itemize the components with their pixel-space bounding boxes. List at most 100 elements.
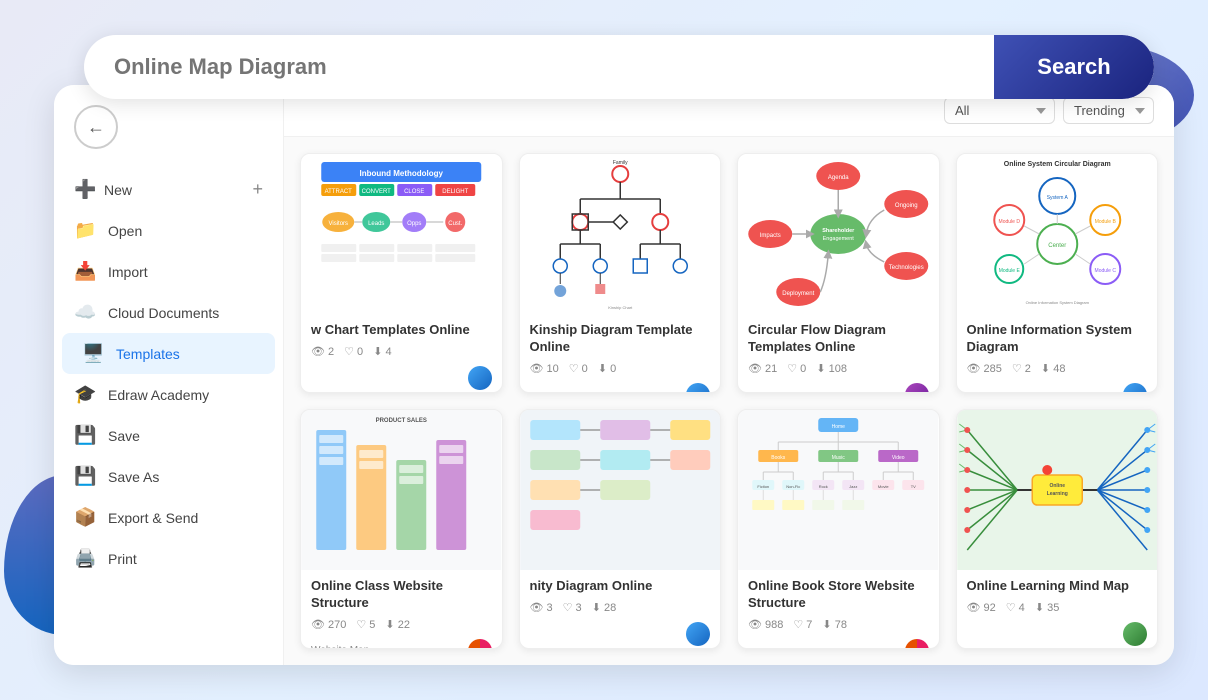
svg-text:Jazz: Jazz (849, 484, 857, 489)
svg-text:CONVERT: CONVERT (362, 189, 392, 195)
svg-text:System A: System A (1046, 195, 1068, 201)
svg-text:Online Information System Diag: Online Information System Diagram (1025, 300, 1089, 305)
template-card-kinship[interactable]: Family Kinship Chart Kinship Diagram Tem… (519, 153, 722, 393)
likes-stat: ♡ 0 (569, 362, 588, 375)
card-footer (957, 622, 1158, 649)
likes-stat: ♡ 0 (787, 362, 806, 375)
category-filter[interactable]: All Flowchart Mind Map ER Diagram (944, 97, 1055, 124)
avatar (468, 366, 492, 390)
sidebar-label-print: Print (108, 551, 137, 567)
svg-text:Visitors: Visitors (328, 221, 348, 227)
sidebar-item-export[interactable]: 📦 Export & Send (54, 497, 283, 538)
svg-text:Deployment: Deployment (782, 291, 814, 297)
export-icon: 📦 (74, 507, 96, 528)
card-footer (738, 383, 939, 393)
card-stats: 👁 21 ♡ 0 ⬇ 108 (748, 362, 929, 375)
avatar (686, 383, 710, 393)
svg-text:Home: Home (832, 424, 846, 430)
svg-text:Module E: Module E (998, 268, 1020, 274)
likes-stat: ♡ 3 (563, 601, 582, 614)
card-preview-circular: Shareholder Engagement Agenda Impacts On… (738, 154, 939, 314)
card-footer (301, 366, 502, 393)
card-info: Online Information System Diagram 👁 285 … (957, 314, 1158, 383)
saveas-icon: 💾 (74, 466, 96, 487)
svg-text:Engagement: Engagement (823, 236, 855, 242)
card-info: Online Book Store Website Structure 👁 98… (738, 570, 939, 639)
avatar (1123, 622, 1147, 646)
plus-icon: + (252, 179, 263, 200)
sidebar-item-academy[interactable]: 🎓 Edraw Academy (54, 374, 283, 415)
svg-text:Kinship Chart: Kinship Chart (608, 305, 633, 310)
likes-stat: ♡ 2 (1012, 362, 1031, 375)
svg-text:CLOSE: CLOSE (404, 189, 424, 195)
sort-filter[interactable]: Trending Newest Popular (1063, 97, 1154, 124)
avatar (686, 622, 710, 646)
sidebar-item-cloud[interactable]: ☁️ Cloud Documents (54, 292, 283, 333)
svg-text:Non-Fic: Non-Fic (786, 484, 800, 489)
svg-text:Movie: Movie (878, 484, 889, 489)
svg-text:Center: Center (1048, 243, 1066, 249)
avatar (1123, 383, 1147, 393)
views-stat: 👁 270 (311, 618, 346, 631)
template-card-flow-chart[interactable]: Inbound Methodology ATTRACT CONVERT CLOS… (300, 153, 503, 393)
card-info: Online Learning Mind Map 👁 92 ♡ 4 ⬇ 35 (957, 570, 1158, 622)
content-area: All Flowchart Mind Map ER Diagram Trendi… (284, 85, 1174, 665)
sidebar-item-open[interactable]: 📁 Open (54, 210, 283, 251)
sidebar-item-saveas[interactable]: 💾 Save As (54, 456, 283, 497)
card-title: w Chart Templates Online (311, 322, 492, 339)
svg-text:Online: Online (1049, 483, 1065, 489)
sidebar-item-save[interactable]: 💾 Save (54, 415, 283, 456)
svg-text:Books: Books (771, 455, 785, 461)
card-footer (957, 383, 1158, 393)
sidebar-item-import[interactable]: 📥 Import (54, 251, 283, 292)
template-card-info-system[interactable]: Online System Circular Diagram Center Sy… (956, 153, 1159, 393)
views-stat: 👁 92 (967, 601, 996, 614)
card-stats: 👁 92 ♡ 4 ⬇ 35 (967, 601, 1148, 614)
svg-text:TV: TV (911, 484, 916, 489)
card-stats: 👁 285 ♡ 2 ⬇ 48 (967, 362, 1148, 375)
card-footer (520, 622, 721, 649)
template-card-book-store[interactable]: Home Books Music Video (737, 409, 940, 649)
views-stat: 👁 21 (748, 362, 777, 375)
views-stat: 👁 10 (530, 362, 559, 375)
sidebar-item-templates[interactable]: 🖥️ Templates (62, 333, 275, 374)
card-stats: 👁 10 ♡ 0 ⬇ 0 (530, 362, 711, 375)
card-stats: 👁 3 ♡ 3 ⬇ 28 (530, 601, 711, 614)
card-title: Online Information System Diagram (967, 322, 1148, 356)
card-stats: 👁 270 ♡ 5 ⬇ 22 (311, 618, 492, 631)
sidebar-label-cloud: Cloud Documents (108, 305, 219, 321)
card-tag: Website Map (311, 645, 369, 649)
svg-text:Learning: Learning (1046, 491, 1067, 497)
template-card-mind-map[interactable]: Online Learning (956, 409, 1159, 649)
academy-icon: 🎓 (74, 384, 96, 405)
sidebar-label-save: Save (108, 428, 140, 444)
search-bar: Online Map Diagram Search (84, 35, 1154, 99)
card-stats: 👁 2 ♡ 0 ⬇ 4 (311, 345, 492, 358)
views-stat: 👁 2 (311, 345, 334, 358)
sidebar-item-new[interactable]: ➕ New + (54, 169, 283, 210)
template-card-circular[interactable]: Shareholder Engagement Agenda Impacts On… (737, 153, 940, 393)
svg-text:Online System Circular Diagram: Online System Circular Diagram (1003, 161, 1110, 168)
search-input[interactable]: Online Map Diagram (84, 54, 994, 80)
card-title: Kinship Diagram Template Online (530, 322, 711, 356)
template-card-class-website[interactable]: PRODUCT SALES (300, 409, 503, 649)
sidebar-label-export: Export & Send (108, 510, 198, 526)
likes-stat: ♡ 0 (344, 345, 363, 358)
card-preview-info-system: Online System Circular Diagram Center Sy… (957, 154, 1158, 314)
svg-text:Inbound Methodology: Inbound Methodology (359, 169, 443, 178)
sidebar-item-print[interactable]: 🖨️ Print (54, 538, 283, 579)
svg-text:Agenda: Agenda (828, 175, 849, 181)
search-button[interactable]: Search (994, 35, 1154, 99)
avatar (905, 639, 929, 649)
downloads-stat: ⬇ 28 (592, 601, 617, 614)
template-card-community[interactable]: nity Diagram Online 👁 3 ♡ 3 ⬇ 28 (519, 409, 722, 649)
svg-text:ATTRACT: ATTRACT (325, 189, 353, 195)
card-preview-kinship: Family Kinship Chart (520, 154, 721, 314)
svg-text:Cust.: Cust. (448, 221, 462, 227)
card-title: nity Diagram Online (530, 578, 711, 595)
card-preview-mind-map: Online Learning (957, 410, 1158, 570)
card-info: nity Diagram Online 👁 3 ♡ 3 ⬇ 28 (520, 570, 721, 622)
downloads-stat: ⬇ 0 (598, 362, 616, 375)
main-panel: ← ➕ New + 📁 Open 📥 Import ☁️ Cloud Docum… (54, 85, 1174, 665)
back-button[interactable]: ← (74, 105, 118, 149)
